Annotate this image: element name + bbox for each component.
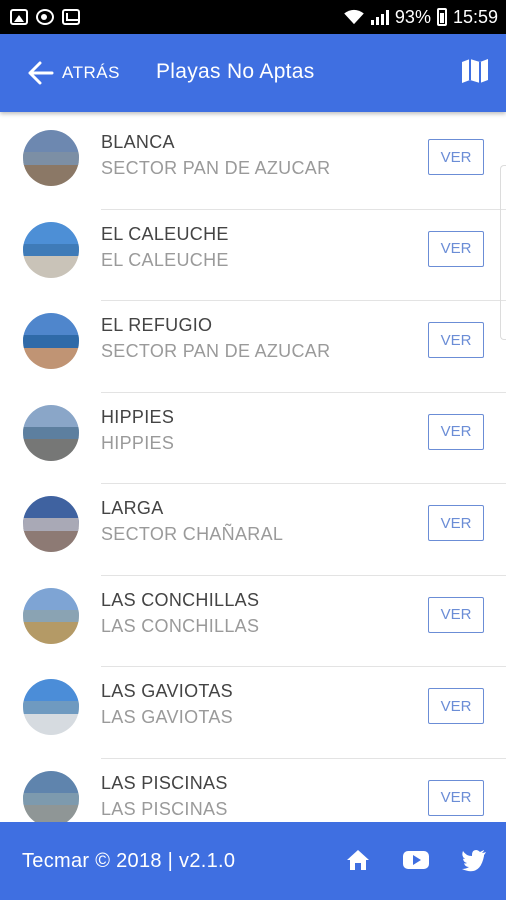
battery-percentage: 93% xyxy=(394,6,431,27)
beach-sector: EL CALEUCHE xyxy=(101,249,229,270)
beach-sector: SECTOR PAN DE AZUCAR xyxy=(101,158,331,178)
app-bar: ATRÁS Playas No Aptas xyxy=(0,34,506,112)
notification-icons xyxy=(10,9,80,25)
view-button[interactable]: VER xyxy=(428,413,484,450)
twitter-icon[interactable] xyxy=(460,846,488,874)
beach-sector: HIPPIES xyxy=(101,432,175,453)
list-item[interactable]: BLANCA SECTOR PAN DE AZUCAR VER xyxy=(0,118,506,210)
beach-sector: SECTOR PAN DE AZUCAR xyxy=(101,341,331,361)
signal-icon xyxy=(370,9,389,25)
list-item[interactable]: EL REFUGIO SECTOR PAN DE AZUCAR VER xyxy=(0,301,506,393)
beach-name: HIPPIES xyxy=(101,406,175,427)
beach-thumbnail xyxy=(23,313,79,369)
beach-name: LAS CONCHILLAS xyxy=(101,589,260,610)
beach-sector: SECTOR CHAÑARAL xyxy=(101,524,284,544)
view-button[interactable]: VER xyxy=(428,322,484,358)
beach-sector: LAS GAVIOTAS xyxy=(101,707,233,727)
beach-sector: LAS PISCINAS xyxy=(101,798,228,819)
system-status: 93% 15:59 xyxy=(343,7,498,28)
beach-name: LARGA xyxy=(101,498,164,518)
map-icon[interactable] xyxy=(461,58,489,84)
beach-list[interactable]: BLANCA SECTOR PAN DE AZUCAR VER EL CALEUCHE… xyxy=(0,118,506,822)
list-item[interactable]: LAS GAVIOTAS LAS GAVIOTAS VER xyxy=(0,667,506,759)
home-icon[interactable] xyxy=(344,846,372,874)
list-item[interactable]: LARGA SECTOR CHAÑARAL VER xyxy=(0,484,506,576)
beach-thumbnail xyxy=(23,404,79,461)
mail-icon xyxy=(62,9,80,25)
beach-thumbnail xyxy=(23,587,79,644)
gallery-icon xyxy=(10,9,28,25)
beach-name: BLANCA xyxy=(101,132,175,152)
beach-sector: LAS CONCHILLAS xyxy=(101,615,260,636)
battery-icon xyxy=(436,8,447,26)
list-item[interactable]: HIPPIES HIPPIES VER xyxy=(0,393,506,484)
beach-thumbnail xyxy=(23,221,79,278)
footer: Tecmar © 2018 | v2.1.0 xyxy=(0,822,506,900)
scrollbar[interactable] xyxy=(500,165,506,340)
view-button[interactable]: VER xyxy=(428,688,484,724)
beach-thumbnail xyxy=(23,496,79,552)
youtube-icon[interactable] xyxy=(400,846,432,874)
list-item[interactable]: LAS PISCINAS LAS PISCINAS VER xyxy=(0,759,506,822)
view-button[interactable]: VER xyxy=(428,505,484,541)
page-title: Playas No Aptas xyxy=(156,60,315,83)
footer-text: Tecmar © 2018 | v2.1.0 xyxy=(22,849,236,872)
back-label: ATRÁS xyxy=(62,63,120,82)
view-button[interactable]: VER xyxy=(428,779,484,816)
list-item[interactable]: EL CALEUCHE EL CALEUCHE VER xyxy=(0,210,506,301)
sync-icon xyxy=(36,9,54,25)
wifi-icon xyxy=(344,9,364,25)
status-bar: 93% 15:59 xyxy=(0,0,506,34)
arrow-left-icon xyxy=(28,61,54,85)
beach-name: LAS PISCINAS xyxy=(101,772,228,793)
view-button[interactable]: VER xyxy=(428,139,484,175)
beach-thumbnail xyxy=(23,679,79,735)
beach-thumbnail xyxy=(23,130,79,186)
footer-icons xyxy=(344,846,488,874)
clock: 15:59 xyxy=(452,6,498,27)
list-item[interactable]: LAS CONCHILLAS LAS CONCHILLAS VER xyxy=(0,576,506,667)
beach-name: EL CALEUCHE xyxy=(101,223,229,244)
back-button[interactable]: ATRÁS xyxy=(28,61,120,85)
beach-name: LAS GAVIOTAS xyxy=(101,681,233,701)
view-button[interactable]: VER xyxy=(428,230,484,267)
beach-thumbnail xyxy=(23,770,79,822)
view-button[interactable]: VER xyxy=(428,596,484,633)
beach-name: EL REFUGIO xyxy=(101,315,213,335)
